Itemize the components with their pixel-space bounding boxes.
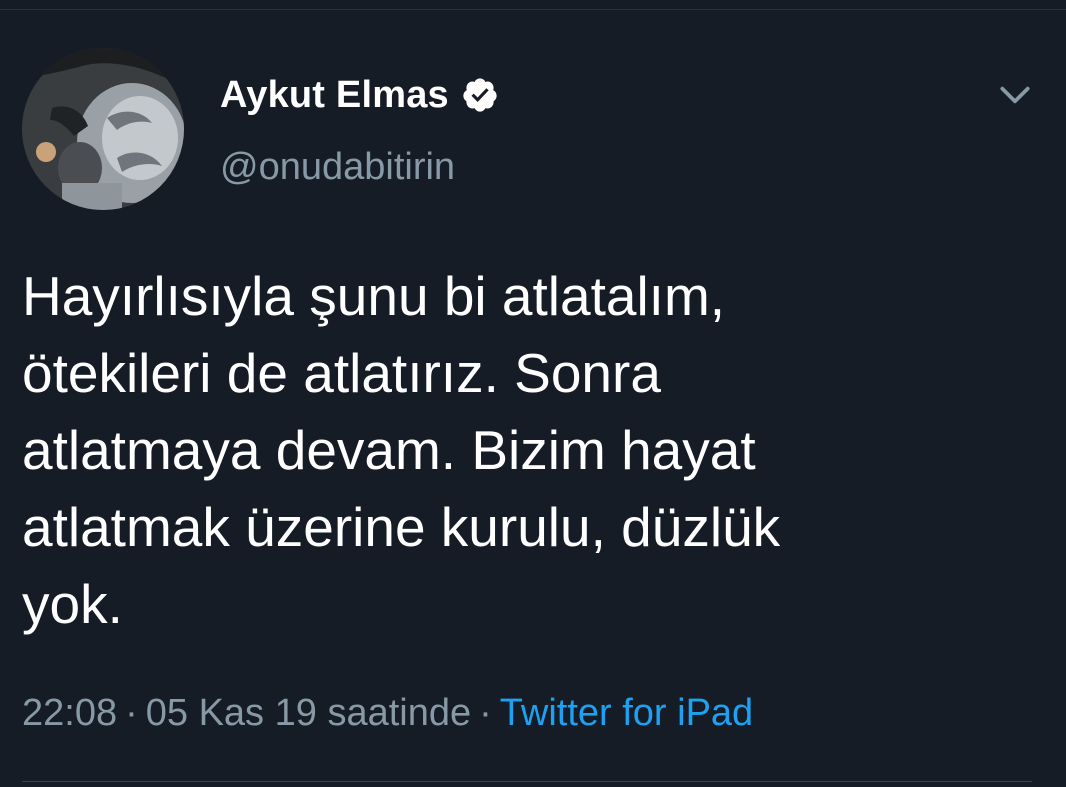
tweet-text: Hayırlısıyla şunu bi atlatalım, ötekiler… (22, 258, 1032, 643)
avatar[interactable] (22, 48, 184, 210)
tweet-detail: Aykut Elmas @onudabitirin Hayırlısıyla ş… (0, 0, 1066, 787)
tweet-source-link[interactable]: Twitter for iPad (500, 692, 753, 734)
tweet-date[interactable]: 05 Kas 19 saatinde (146, 692, 471, 734)
chevron-down-icon[interactable] (996, 76, 1034, 114)
tweet-text-line: yok. (22, 573, 123, 635)
separator-dot: · (125, 692, 138, 734)
tweet-text-line: ötekileri de atlatırız. Sonra (22, 342, 661, 404)
bottom-divider (22, 781, 1032, 782)
tweet-metadata: 22:08 · 05 Kas 19 saatinde · Twitter for iPa… (22, 692, 753, 735)
avatar-image (22, 48, 184, 210)
tweet-text-line: atlatmak üzerine kurulu, düzlük (22, 496, 781, 558)
author-handle[interactable]: @onudabitirin (220, 146, 455, 189)
tweet-time[interactable]: 22:08 (22, 692, 117, 734)
tweet-text-line: Hayırlısıyla şunu bi atlatalım, (22, 265, 726, 327)
separator-dot: · (479, 692, 492, 734)
top-divider (0, 9, 1066, 10)
display-name[interactable]: Aykut Elmas (220, 74, 449, 117)
author-name-row[interactable]: Aykut Elmas (220, 70, 499, 120)
tweet-text-line: atlatmaya devam. Bizim hayat (22, 419, 756, 481)
verified-badge-icon (463, 78, 497, 112)
